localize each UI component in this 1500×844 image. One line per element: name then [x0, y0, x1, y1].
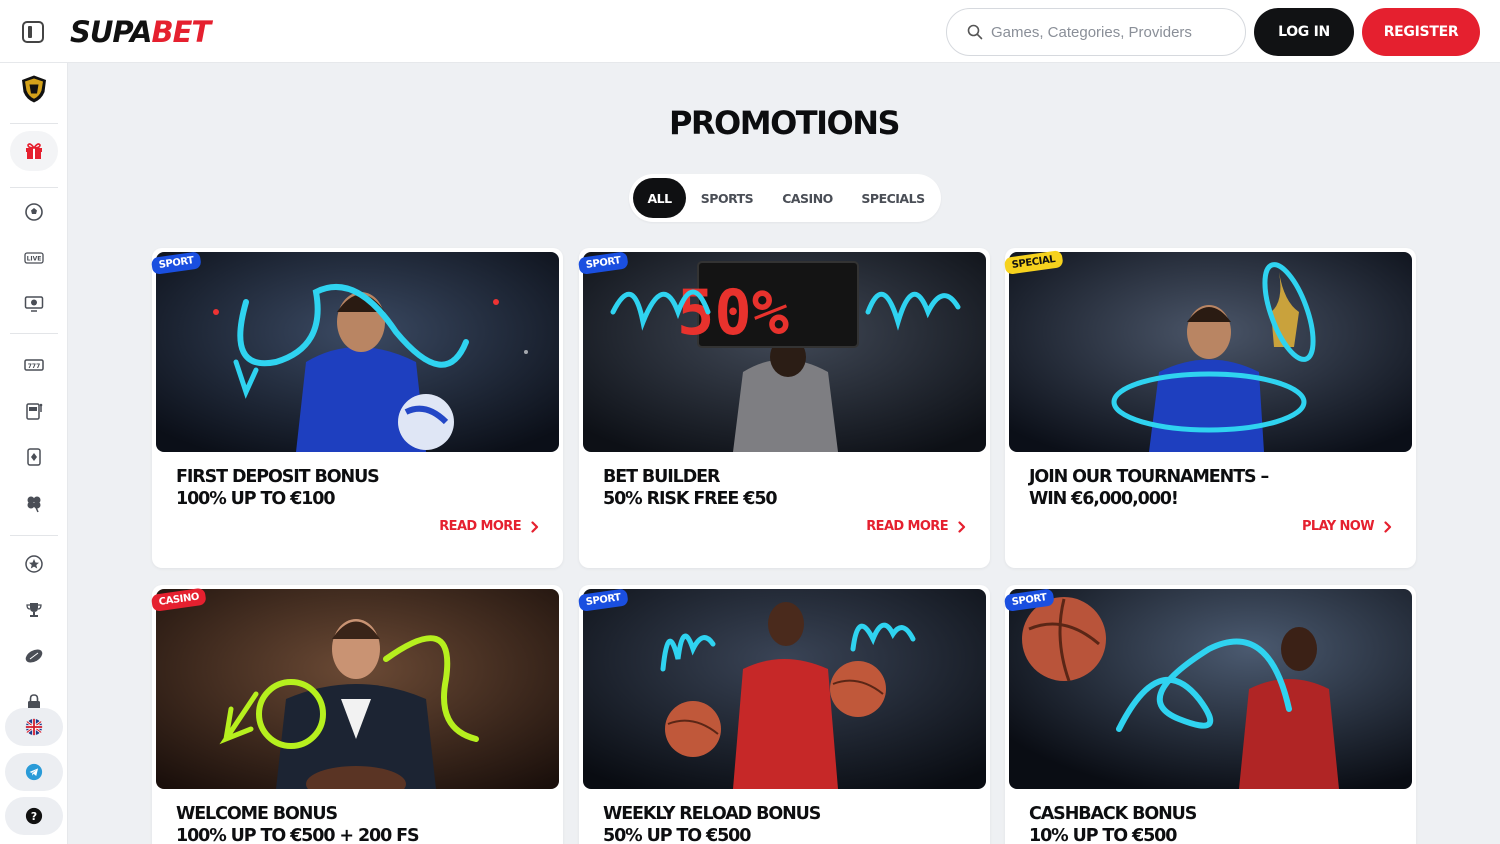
sidebar-toggle-icon[interactable] [22, 21, 44, 43]
cards-icon [27, 448, 41, 466]
sidebar-item-rugby[interactable] [10, 636, 58, 676]
left-sidebar: LIVE 777 ? [0, 63, 68, 844]
promo-title-line2: 100% UP TO €100 [176, 489, 336, 509]
sidebar-item-table-games[interactable] [10, 437, 58, 477]
promo-image-basketball-player [583, 589, 986, 789]
chevron-right-icon [531, 520, 539, 533]
top-header: SUPABET LOG IN REGISTER [0, 0, 1500, 63]
play-now-link[interactable]: PLAY NOW [1302, 519, 1392, 534]
star-badge-icon [25, 555, 43, 573]
promo-title-line2: 50% UP TO €500 [603, 826, 751, 844]
sidebar-item-slots[interactable]: 777 [10, 345, 58, 385]
promo-title-line2: 50% RISK FREE €50 [603, 489, 778, 509]
sidebar-item-promotions[interactable] [10, 131, 58, 171]
promo-title-line2: 10% UP TO €500 [1029, 826, 1177, 844]
svg-text:777: 777 [28, 363, 41, 370]
promo-title-line1: CASHBACK BONUS [1029, 804, 1197, 824]
promo-card-first-deposit[interactable]: SPORT FIRST DEPOSIT BONUS 100% UP TO €10… [150, 248, 563, 568]
read-more-label: READ MORE [439, 519, 521, 534]
promo-title: WEEKLY RELOAD BONUS 50% UP TO €500 [603, 803, 963, 844]
promo-title-line1: WEEKLY RELOAD BONUS [603, 804, 821, 824]
trophy-icon [26, 603, 42, 617]
promo-title-line1: JOIN OUR TOURNAMENTS – [1029, 467, 1269, 487]
search-icon [967, 24, 983, 40]
sidebar-item-tournaments[interactable] [10, 590, 58, 630]
tab-casino[interactable]: CASINO [769, 178, 846, 218]
telegram-icon [25, 763, 43, 781]
scoreboard-text: 50% [677, 276, 789, 349]
tab-all[interactable]: ALL [633, 178, 686, 218]
promo-title: CASHBACK BONUS 10% UP TO €500 [1029, 803, 1389, 844]
slots-icon: 777 [24, 359, 44, 371]
read-more-link[interactable]: READ MORE [866, 519, 966, 534]
page-title: PROMOTIONS [668, 104, 901, 142]
sidebar-item-slot-machines[interactable] [10, 391, 58, 431]
tab-specials[interactable]: SPECIALS [851, 178, 935, 218]
promo-title: FIRST DEPOSIT BONUS 100% UP TO €100 [176, 466, 536, 510]
rugby-ball-icon [25, 649, 43, 663]
promo-title-line1: WELCOME BONUS [176, 804, 338, 824]
promotion-filter-tabs: ALL SPORTS CASINO SPECIALS [629, 174, 941, 222]
language-button[interactable] [5, 708, 63, 746]
help-button[interactable]: ? [5, 797, 63, 835]
sidebar-item-live[interactable]: LIVE [10, 238, 58, 278]
svg-text:LIVE: LIVE [27, 256, 42, 263]
promo-title-line2: WIN €6,000,000! [1029, 489, 1179, 509]
help-icon: ? [25, 807, 43, 825]
tab-sports[interactable]: SPORTS [691, 178, 763, 218]
promo-title-line1: BET BUILDER [603, 467, 720, 487]
sidebar-item-lucky[interactable] [10, 483, 58, 523]
read-more-link[interactable]: READ MORE [439, 519, 539, 534]
promo-title: BET BUILDER 50% RISK FREE €50 [603, 466, 963, 510]
promo-card-cashback[interactable]: SPORT CASHBACK BONUS 10% UP TO €500 [1003, 585, 1416, 844]
search-box[interactable] [946, 8, 1246, 56]
promo-image-scoreboard: 50% [583, 252, 986, 452]
search-input[interactable] [991, 9, 1231, 55]
telegram-button[interactable] [5, 753, 63, 791]
promo-card-tournaments[interactable]: SPECIAL JOIN OUR TOURNAMENTS – WIN €6,00… [1003, 248, 1416, 568]
sidebar-item-sports[interactable] [10, 192, 58, 232]
chevron-right-icon [958, 520, 966, 533]
sidebar-item-virtuals[interactable] [10, 284, 58, 324]
register-button[interactable]: REGISTER [1362, 8, 1480, 56]
read-more-label: READ MORE [866, 519, 948, 534]
logo-text-bet: BET [151, 15, 211, 49]
svg-text:?: ? [31, 810, 37, 823]
logo-text-supa: SUPA [70, 15, 152, 49]
login-button[interactable]: LOG IN [1254, 8, 1354, 56]
promo-image-croupier [156, 589, 559, 789]
play-now-label: PLAY NOW [1301, 519, 1375, 534]
clover-icon [27, 496, 41, 513]
promo-title-line1: FIRST DEPOSIT BONUS [176, 467, 380, 487]
chevron-right-icon [1384, 520, 1392, 533]
promo-card-weekly-reload[interactable]: SPORT WEEKLY RELOAD BONUS 50% UP TO €500 [577, 585, 990, 844]
promo-title: WELCOME BONUS 100% UP TO €500 + 200 FS [176, 803, 536, 844]
supabet-logo[interactable]: SUPABET [70, 14, 211, 50]
gift-icon [26, 143, 42, 159]
promo-image-trophy [1009, 252, 1412, 452]
virtual-sports-icon [24, 296, 44, 312]
sidebar-item-vip[interactable] [10, 544, 58, 584]
promo-card-bet-builder[interactable]: 50% SPORT BET BUILDER 50% RISK FREE €50 … [577, 248, 990, 568]
promo-title: JOIN OUR TOURNAMENTS – WIN €6,000,000! [1029, 466, 1389, 510]
club-crest-icon[interactable] [10, 69, 58, 109]
uk-flag-icon [25, 718, 43, 736]
football-icon [25, 203, 43, 221]
promo-title-line2: 100% UP TO €500 + 200 FS [176, 826, 420, 844]
slot-machine-icon [26, 403, 43, 420]
live-icon: LIVE [24, 252, 44, 264]
promo-card-welcome-bonus[interactable]: CASINO WELCOME BONUS 100% UP TO €500 + 2… [150, 585, 563, 844]
promo-image-basketball-pass [1009, 589, 1412, 789]
promo-image-footballer [156, 252, 559, 452]
